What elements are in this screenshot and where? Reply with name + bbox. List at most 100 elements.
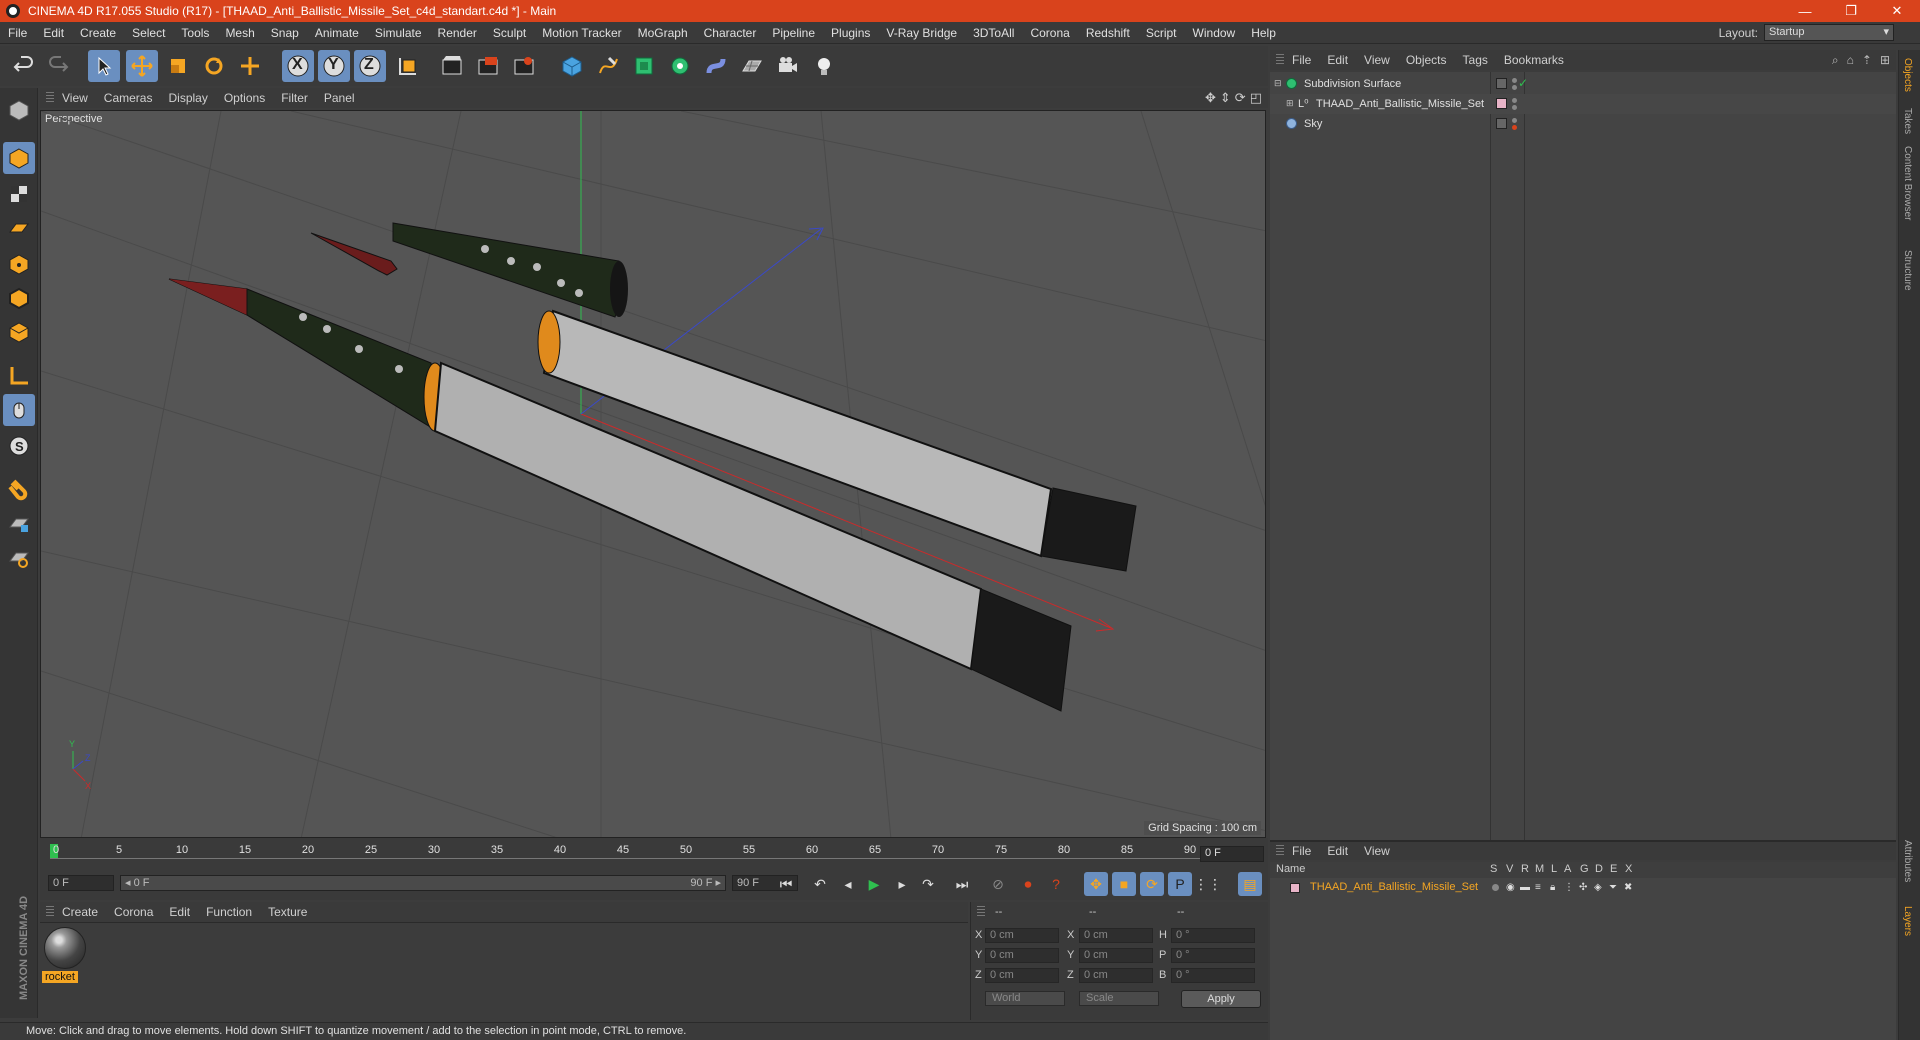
tab-structure[interactable]: Structure xyxy=(1902,250,1913,291)
om-menu-bookmarks[interactable]: Bookmarks xyxy=(1496,53,1572,67)
panel-grip[interactable] xyxy=(1276,54,1284,66)
size-x-field[interactable]: 0 cm xyxy=(1079,928,1153,943)
menu-character[interactable]: Character xyxy=(696,26,765,40)
axis-mode-icon[interactable] xyxy=(3,360,35,392)
play-forward-icon[interactable]: ▶ xyxy=(862,872,886,896)
expressions-icon[interactable]: ⏷ xyxy=(1609,882,1617,893)
close-button[interactable]: ✕ xyxy=(1874,0,1920,22)
edges-mode-icon[interactable] xyxy=(3,282,35,314)
scale-icon[interactable] xyxy=(162,50,194,82)
floor-icon[interactable] xyxy=(736,50,768,82)
menu-help[interactable]: Help xyxy=(1243,26,1284,40)
lm-menu-view[interactable]: View xyxy=(1356,844,1398,858)
tab-takes[interactable]: Takes xyxy=(1902,108,1913,134)
animation-icon[interactable]: ⋮ xyxy=(1564,882,1574,893)
light-icon[interactable] xyxy=(808,50,840,82)
menu-render[interactable]: Render xyxy=(430,26,485,40)
panel-grip[interactable] xyxy=(977,906,985,918)
object-name[interactable]: Subdivision Surface xyxy=(1304,78,1401,90)
deformer-icon[interactable] xyxy=(700,50,732,82)
hierarchy-up-icon[interactable]: ⇡ xyxy=(1862,53,1872,68)
object-row-subdivision-surface[interactable]: ⊟ Subdivision Surface ✓ xyxy=(1270,74,1896,94)
start-frame-field[interactable]: 0 F xyxy=(48,875,114,891)
menu-3dtoall[interactable]: 3DToAll xyxy=(965,26,1022,40)
key-parameter-icon[interactable]: P xyxy=(1168,872,1192,896)
render-icon[interactable]: ▬ xyxy=(1520,882,1530,893)
object-row-thaad[interactable]: ⊞ L⁰ THAAD_Anti_Ballistic_Missile_Set xyxy=(1270,94,1896,114)
material-menu-edit[interactable]: Edit xyxy=(161,905,198,919)
previous-frame-icon[interactable]: ◂ xyxy=(836,872,860,896)
position-y-field[interactable]: 0 cm xyxy=(985,948,1059,963)
layer-tag-icon[interactable] xyxy=(1496,118,1507,129)
editor-visibility-dot[interactable] xyxy=(1512,78,1517,83)
maximize-view-icon[interactable]: ◰ xyxy=(1250,90,1262,106)
panel-grip[interactable] xyxy=(46,92,54,104)
layer-name[interactable]: THAAD_Anti_Ballistic_Missile_Set xyxy=(1310,881,1478,893)
render-view-icon[interactable] xyxy=(436,50,468,82)
y-axis-lock[interactable]: Y xyxy=(318,50,350,82)
coordinate-space-dropdown[interactable]: World xyxy=(985,991,1065,1006)
material-menu-texture[interactable]: Texture xyxy=(260,905,315,919)
viewport-menu-display[interactable]: Display xyxy=(160,91,215,105)
key-position-icon[interactable]: ✥ xyxy=(1084,872,1108,896)
size-mode-dropdown[interactable]: Scale xyxy=(1079,991,1159,1006)
enabled-check-icon[interactable]: ✓ xyxy=(1518,76,1528,90)
edit-render-settings-icon[interactable] xyxy=(508,50,540,82)
polygons-mode-icon[interactable] xyxy=(3,316,35,348)
snap-magnet-icon[interactable] xyxy=(3,474,35,506)
menu-pipeline[interactable]: Pipeline xyxy=(764,26,823,40)
expand-toggle-icon[interactable]: ⊞ xyxy=(1286,98,1294,109)
3d-viewport[interactable]: Perspective Y Z X Grid Spacing: 100 cm xyxy=(40,110,1266,838)
om-menu-tags[interactable]: Tags xyxy=(1455,53,1496,67)
render-visibility-dot[interactable] xyxy=(1512,105,1517,110)
tweak-mode-icon[interactable] xyxy=(3,394,35,426)
subdivision-nurbs-icon[interactable] xyxy=(628,50,660,82)
timeline-window-icon[interactable]: ▤ xyxy=(1238,872,1262,896)
menu-motion-tracker[interactable]: Motion Tracker xyxy=(534,26,629,40)
keyframe-selection-icon[interactable]: ? xyxy=(1044,872,1068,896)
expand-toggle-icon[interactable]: ⊟ xyxy=(1274,78,1282,89)
object-row-sky[interactable]: Sky xyxy=(1270,114,1896,134)
record-active-icon[interactable]: ⊘ xyxy=(986,872,1010,896)
panel-grip[interactable] xyxy=(46,906,54,918)
next-key-icon[interactable]: ↷ xyxy=(916,872,940,896)
tab-layers[interactable]: Layers xyxy=(1902,906,1913,936)
material-menu-function[interactable]: Function xyxy=(198,905,260,919)
undo-icon[interactable] xyxy=(8,50,40,82)
menu-vray-bridge[interactable]: V-Ray Bridge xyxy=(878,26,965,40)
next-frame-icon[interactable]: ▸ xyxy=(890,872,914,896)
texture-mode-icon[interactable] xyxy=(3,178,35,210)
editor-visibility-dot[interactable] xyxy=(1512,98,1517,103)
go-to-end-icon[interactable]: ⏭ xyxy=(950,872,974,896)
make-editable-icon[interactable] xyxy=(3,94,35,126)
manager-icon[interactable]: ≡ xyxy=(1535,882,1541,893)
redo-icon[interactable] xyxy=(42,50,74,82)
rotation-p-field[interactable]: 0 ° xyxy=(1171,948,1255,963)
om-menu-file[interactable]: File xyxy=(1284,53,1319,67)
object-name[interactable]: THAAD_Anti_Ballistic_Missile_Set xyxy=(1316,98,1484,110)
menu-redshift[interactable]: Redshift xyxy=(1078,26,1138,40)
home-icon[interactable]: ⌂ xyxy=(1847,53,1854,68)
live-select-icon[interactable] xyxy=(88,50,120,82)
rotate-icon[interactable] xyxy=(198,50,230,82)
menu-tools[interactable]: Tools xyxy=(173,26,217,40)
key-pla-icon[interactable]: ⋮⋮ xyxy=(1194,872,1222,896)
points-mode-icon[interactable] xyxy=(3,248,35,280)
deformers-icon[interactable]: ◈ xyxy=(1594,882,1602,893)
lock-icon[interactable]: 🔒︎ xyxy=(1550,882,1555,893)
menu-mesh[interactable]: Mesh xyxy=(217,26,262,40)
position-z-field[interactable]: 0 cm xyxy=(985,968,1059,983)
menu-edit[interactable]: Edit xyxy=(35,26,72,40)
viewport-menu-filter[interactable]: Filter xyxy=(273,91,316,105)
previous-key-icon[interactable]: ↶ xyxy=(808,872,832,896)
zoom-view-icon[interactable]: ⇕ xyxy=(1220,90,1231,106)
cloner-icon[interactable] xyxy=(664,50,696,82)
render-visibility-dot[interactable] xyxy=(1512,125,1517,130)
pen-spline-icon[interactable] xyxy=(592,50,624,82)
layer-tag-icon[interactable] xyxy=(1496,78,1507,89)
object-name[interactable]: Sky xyxy=(1304,118,1322,130)
menu-plugins[interactable]: Plugins xyxy=(823,26,878,40)
cube-icon[interactable] xyxy=(556,50,588,82)
layer-color-swatch[interactable] xyxy=(1290,883,1300,893)
menu-window[interactable]: Window xyxy=(1185,26,1244,40)
